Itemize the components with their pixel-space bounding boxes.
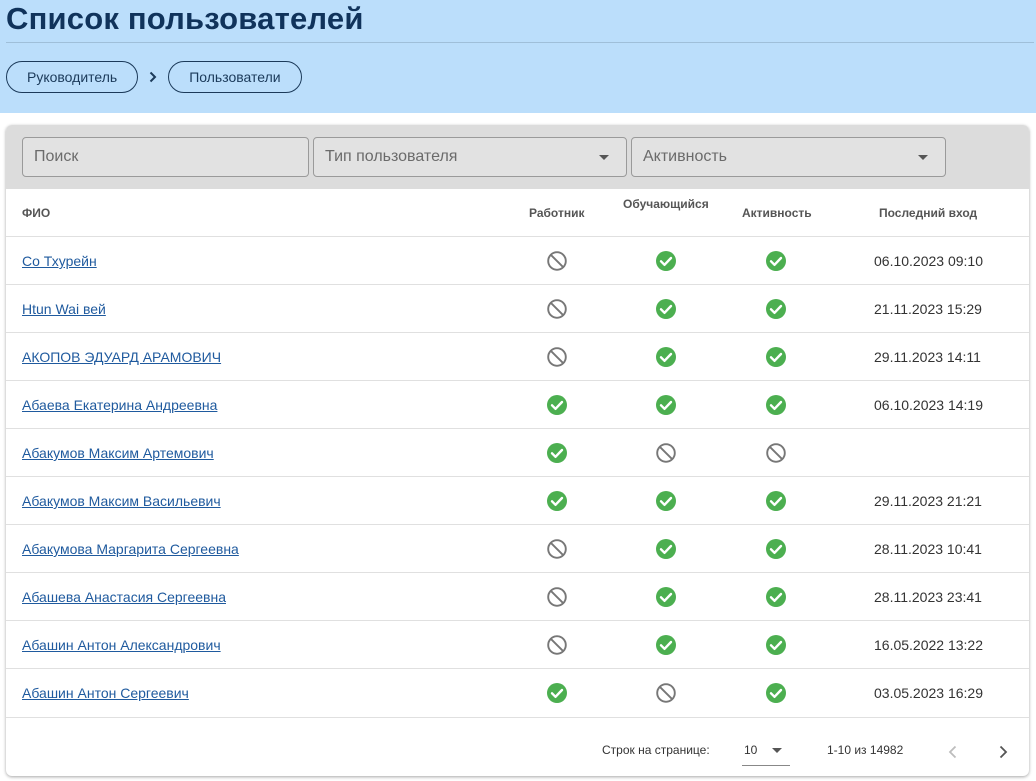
user-type-placeholder: Тип пользователя (325, 148, 458, 165)
check-circle-icon (655, 346, 677, 368)
user-name-link[interactable]: Абашин Антон Сергеевич (22, 685, 189, 701)
activity-select[interactable]: Активность (631, 137, 946, 177)
block-icon (546, 298, 568, 320)
activity-placeholder: Активность (643, 148, 728, 165)
user-type-select[interactable]: Тип пользователя (313, 137, 627, 177)
user-name-link[interactable]: Абакумова Маргарита Сергеевна (22, 541, 239, 557)
table-row: Абашева Анастасия Сергеевна 28.11.2023 23… (6, 573, 1029, 621)
check-circle-icon (546, 490, 568, 512)
chevron-right-icon (999, 745, 1008, 759)
user-name-link[interactable]: Абакумов Максим Васильевич (22, 493, 221, 509)
check-circle-icon (655, 586, 677, 608)
table-row: Htun Wai вей 21.11.2023 15:29 (6, 285, 1029, 333)
column-header-activity[interactable]: Активность (742, 206, 812, 220)
column-header-learner[interactable]: Обучающийся (623, 197, 709, 211)
last-login-cell: 16.05.2022 13:22 (874, 637, 983, 653)
table-row: Со Тхурейн 06.10.2023 09:10 (6, 237, 1029, 285)
breadcrumb: Руководитель Пользователи (6, 61, 302, 93)
check-circle-icon (655, 490, 677, 512)
column-header-fio[interactable]: ФИО (22, 206, 50, 220)
check-circle-icon (765, 586, 787, 608)
user-name-link[interactable]: Абашин Антон Александрович (22, 637, 221, 653)
user-name-link[interactable]: Абакумов Максим Артемович (22, 445, 214, 461)
block-icon (546, 538, 568, 560)
block-icon (546, 634, 568, 656)
check-circle-icon (765, 490, 787, 512)
chevron-left-icon (948, 745, 957, 759)
check-circle-icon (655, 298, 677, 320)
block-icon (546, 586, 568, 608)
chevron-right-icon (138, 61, 168, 93)
users-table-card: Поиск Тип пользователя Активность ФИО Ра… (6, 125, 1029, 776)
last-login-cell: 29.11.2023 21:21 (874, 493, 982, 509)
check-circle-icon (546, 442, 568, 464)
column-header-worker[interactable]: Работник (529, 206, 584, 220)
rows-per-page-label: Строк на странице: (602, 743, 710, 757)
breadcrumb-item-users[interactable]: Пользователи (168, 61, 302, 93)
previous-page-button[interactable] (939, 738, 967, 766)
breadcrumb-item-manager[interactable]: Руководитель (6, 61, 139, 93)
filters-bar: Поиск Тип пользователя Активность (6, 125, 1029, 189)
block-icon (546, 346, 568, 368)
block-icon (655, 682, 677, 704)
last-login-cell: 06.10.2023 09:10 (874, 253, 983, 269)
rows-per-page-value: 10 (744, 743, 758, 757)
column-header-last-login[interactable]: Последний вход (879, 206, 977, 220)
last-login-cell: 28.11.2023 10:41 (874, 541, 982, 557)
table-row: Абакумова Маргарита Сергеевна 28.11.2023 … (6, 525, 1029, 573)
check-circle-icon (765, 346, 787, 368)
dropdown-arrow-icon (772, 748, 782, 753)
header-divider (6, 42, 1034, 43)
check-circle-icon (655, 538, 677, 560)
check-circle-icon (765, 250, 787, 272)
check-circle-icon (765, 394, 787, 416)
pagination: Строк на странице: 10 1-10 из 14982 (6, 728, 1029, 776)
table-row: Абашин Антон Сергеевич 03.05.2023 16:29 (6, 669, 1029, 718)
check-circle-icon (546, 394, 568, 416)
check-circle-icon (765, 298, 787, 320)
user-name-link[interactable]: Со Тхурейн (22, 253, 97, 269)
table-header: ФИО Работник Обучающийся Активность Посл… (6, 189, 1029, 237)
table-row: Абакумов Максим Васильевич 29.11.2023 21:… (6, 477, 1029, 525)
last-login-cell: 28.11.2023 23:41 (874, 589, 982, 605)
block-icon (765, 442, 787, 464)
last-login-cell: 03.05.2023 16:29 (874, 685, 983, 701)
user-name-link[interactable]: Абаева Екатерина Андреевна (22, 397, 217, 413)
block-icon (546, 250, 568, 272)
table-row: Абашин Антон Александрович 16.05.2022 13:… (6, 621, 1029, 669)
user-name-link[interactable]: АКОПОВ ЭДУАРД АРАМОВИЧ (22, 349, 221, 365)
check-circle-icon (655, 250, 677, 272)
last-login-cell: 21.11.2023 15:29 (874, 301, 982, 317)
search-input[interactable]: Поиск (22, 137, 309, 177)
last-login-cell: 29.11.2023 14:11 (874, 349, 981, 365)
pagination-range: 1-10 из 14982 (827, 743, 904, 757)
user-name-link[interactable]: Абашева Анастасия Сергеевна (22, 589, 226, 605)
check-circle-icon (765, 538, 787, 560)
user-name-link[interactable]: Htun Wai вей (22, 301, 106, 317)
page-header: Список пользователей Руководитель Пользо… (0, 0, 1036, 113)
dropdown-arrow-icon (918, 155, 928, 160)
check-circle-icon (655, 394, 677, 416)
rows-per-page-select[interactable]: 10 (742, 736, 790, 766)
table-row: Абакумов Максим Артемович (6, 429, 1029, 477)
check-circle-icon (765, 682, 787, 704)
check-circle-icon (655, 634, 677, 656)
last-login-cell: 06.10.2023 14:19 (874, 397, 983, 413)
table-row: АКОПОВ ЭДУАРД АРАМОВИЧ 29.11.2023 14:11 (6, 333, 1029, 381)
page-title: Список пользователей (6, 1, 364, 36)
next-page-button[interactable] (989, 738, 1017, 766)
search-placeholder: Поиск (34, 148, 79, 165)
check-circle-icon (546, 682, 568, 704)
table-body: Со Тхурейн 06.10.2023 09:10 Htun Wai вей 21… (6, 237, 1029, 718)
check-circle-icon (765, 634, 787, 656)
block-icon (655, 442, 677, 464)
table-row: Абаева Екатерина Андреевна 06.10.2023 14:… (6, 381, 1029, 429)
dropdown-arrow-icon (599, 155, 609, 160)
